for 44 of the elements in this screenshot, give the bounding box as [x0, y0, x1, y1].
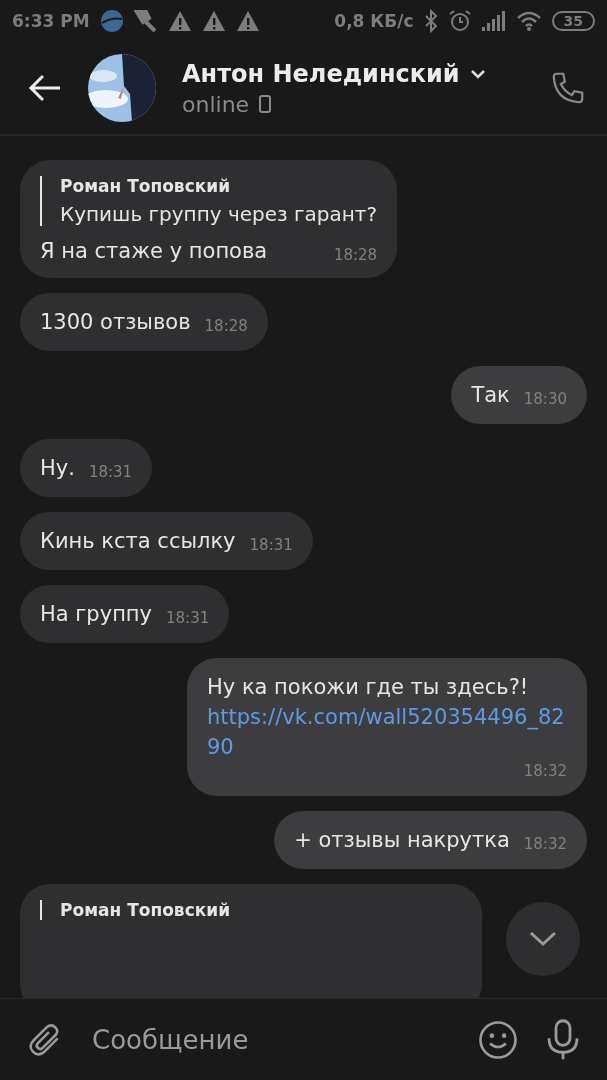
warning-icon [235, 10, 260, 32]
message-text: Так [471, 382, 510, 409]
message-time: 18:31 [166, 609, 210, 629]
message-time: 18:30 [523, 390, 567, 410]
contact-status: online [182, 91, 250, 117]
message-input[interactable]: Сообщение [90, 1023, 451, 1056]
quote-author: Роман Топовский [60, 176, 232, 196]
network-speed: 0,8 КБ/с [334, 11, 414, 31]
warning-icon [167, 10, 192, 32]
battery-level: 35 [551, 11, 595, 31]
message-text: Ну ка покожи где ты здесь?! [207, 675, 529, 699]
phone-device-icon [259, 95, 272, 113]
message-link[interactable]: https://vk.com/wall520354496_8290 [207, 702, 567, 762]
brush-icon [133, 9, 158, 33]
globe-icon [99, 9, 124, 33]
message-text: Ну. [40, 455, 75, 482]
message-time: 18:32 [523, 835, 567, 855]
message-time: 18:32 [523, 762, 567, 782]
alarm-icon [447, 9, 472, 33]
status-time: 6:33 PM [12, 11, 90, 31]
message-text: Кинь кста ссылку [40, 528, 236, 555]
emoji-button[interactable] [477, 1018, 519, 1061]
contact-name[interactable]: Антон Нелединский [182, 59, 460, 88]
message-text: Я на стаже у попова [40, 238, 268, 265]
message-time: 18:28 [204, 317, 248, 337]
message-text: На группу [40, 601, 152, 628]
quote-text: Купишь группу через гарант? [60, 202, 378, 226]
message-time: 18:31 [88, 463, 133, 483]
message-time: 18:31 [249, 536, 293, 556]
back-button[interactable] [28, 74, 62, 102]
microphone-icon [545, 1018, 581, 1061]
wifi-icon [515, 10, 542, 32]
microphone-button[interactable] [545, 1018, 581, 1061]
chevron-down-icon [528, 930, 558, 948]
message-text: 1300 отзывов [40, 309, 191, 336]
warning-icon [201, 10, 226, 32]
smiley-icon [477, 1018, 519, 1061]
message-text: + отзывы накрутка [294, 827, 510, 854]
signal-icon [481, 11, 506, 31]
quote-author: Роман Топовский [60, 900, 232, 920]
bluetooth-icon [423, 9, 438, 33]
chevron-down-icon [469, 68, 486, 79]
message-time: 18:28 [333, 246, 378, 266]
arrow-left-icon [28, 74, 62, 102]
